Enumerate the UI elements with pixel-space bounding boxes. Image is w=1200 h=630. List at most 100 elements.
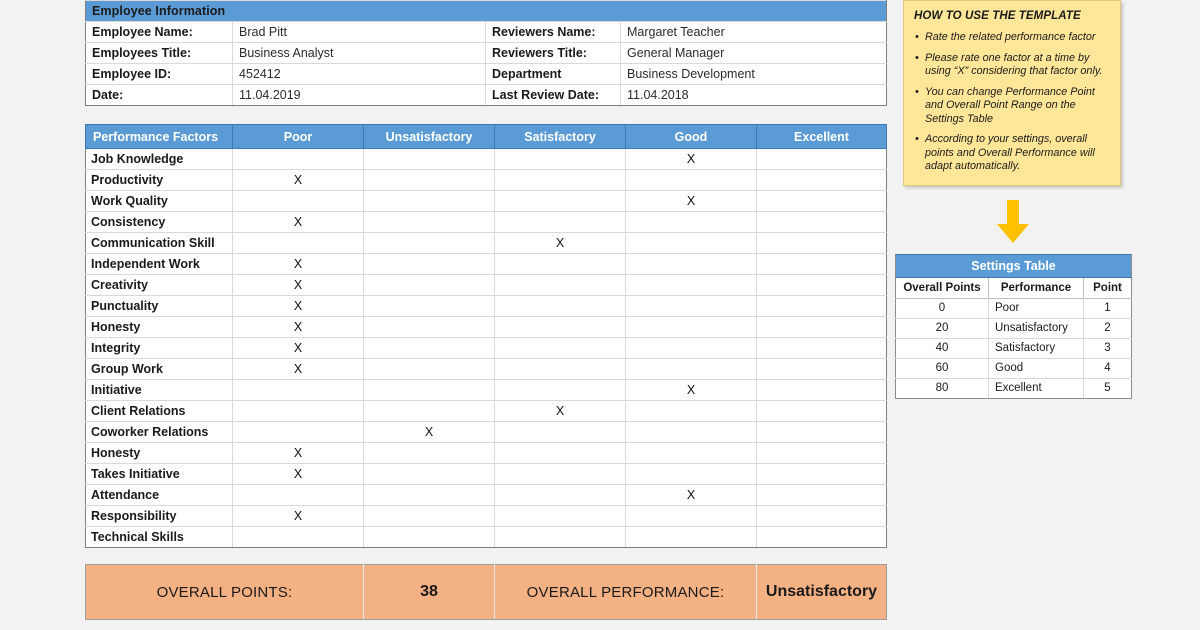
rating-cell-good[interactable] [625,463,757,485]
rating-cell-unsatisfactory[interactable] [363,526,495,548]
department-value[interactable]: Business Development [619,63,888,85]
rating-cell-excellent[interactable] [756,358,887,380]
rating-cell-satisfactory[interactable] [494,274,626,296]
rating-cell-good[interactable] [625,316,757,338]
rating-cell-good[interactable] [625,232,757,254]
rating-cell-poor[interactable] [232,232,364,254]
rating-cell-poor[interactable]: X [232,211,364,233]
rating-cell-excellent[interactable] [756,148,887,170]
settings-overall-points-cell[interactable]: 40 [895,337,989,359]
rating-cell-poor[interactable] [232,148,364,170]
settings-point-cell[interactable]: 3 [1082,337,1133,359]
rating-cell-good[interactable] [625,274,757,296]
rating-cell-poor[interactable] [232,484,364,506]
rating-cell-good[interactable] [625,358,757,380]
settings-overall-points-cell[interactable]: 60 [895,357,989,379]
rating-cell-unsatisfactory[interactable] [363,442,495,464]
rating-cell-unsatisfactory[interactable] [363,400,495,422]
settings-point-cell[interactable]: 4 [1082,357,1133,379]
rating-cell-good[interactable] [625,400,757,422]
rating-cell-unsatisfactory[interactable] [363,169,495,191]
rating-cell-excellent[interactable] [756,211,887,233]
rating-cell-unsatisfactory[interactable]: X [363,421,495,443]
settings-overall-points-cell[interactable]: 20 [895,317,989,339]
settings-overall-points-cell[interactable]: 80 [895,377,989,399]
rating-cell-unsatisfactory[interactable] [363,232,495,254]
rating-cell-excellent[interactable] [756,274,887,296]
rating-cell-satisfactory[interactable] [494,358,626,380]
rating-cell-satisfactory[interactable]: X [494,232,626,254]
rating-cell-good[interactable] [625,505,757,527]
rating-cell-good[interactable]: X [625,379,757,401]
employee-name-value[interactable]: Brad Pitt [232,21,486,43]
rating-cell-poor[interactable]: X [232,358,364,380]
rating-cell-good[interactable] [625,211,757,233]
rating-cell-excellent[interactable] [756,484,887,506]
rating-cell-unsatisfactory[interactable] [363,148,495,170]
rating-cell-poor[interactable] [232,526,364,548]
rating-cell-poor[interactable] [232,421,364,443]
settings-performance-cell[interactable]: Unsatisfactory [988,317,1084,339]
settings-point-cell[interactable]: 1 [1082,297,1133,319]
rating-cell-poor[interactable]: X [232,274,364,296]
rating-cell-good[interactable] [625,337,757,359]
rating-cell-excellent[interactable] [756,169,887,191]
rating-cell-poor[interactable]: X [232,337,364,359]
rating-cell-unsatisfactory[interactable] [363,337,495,359]
rating-cell-good[interactable]: X [625,190,757,212]
settings-performance-cell[interactable]: Excellent [988,377,1084,399]
rating-cell-unsatisfactory[interactable] [363,190,495,212]
rating-cell-satisfactory[interactable] [494,190,626,212]
rating-cell-satisfactory[interactable] [494,169,626,191]
rating-cell-poor[interactable] [232,190,364,212]
rating-cell-poor[interactable]: X [232,505,364,527]
rating-cell-unsatisfactory[interactable] [363,379,495,401]
rating-cell-poor[interactable]: X [232,169,364,191]
rating-cell-poor[interactable]: X [232,295,364,317]
reviewers-title-value[interactable]: General Manager [619,42,888,64]
rating-cell-poor[interactable] [232,400,364,422]
rating-cell-satisfactory[interactable] [494,253,626,275]
reviewers-name-value[interactable]: Margaret Teacher [619,21,888,43]
rating-cell-excellent[interactable] [756,253,887,275]
rating-cell-satisfactory[interactable] [494,505,626,527]
rating-cell-satisfactory[interactable] [494,421,626,443]
rating-cell-excellent[interactable] [756,505,887,527]
rating-cell-excellent[interactable] [756,442,887,464]
rating-cell-unsatisfactory[interactable] [363,253,495,275]
rating-cell-satisfactory[interactable] [494,148,626,170]
rating-cell-unsatisfactory[interactable] [363,484,495,506]
rating-cell-poor[interactable]: X [232,442,364,464]
rating-cell-good[interactable] [625,295,757,317]
rating-cell-satisfactory[interactable] [494,463,626,485]
rating-cell-satisfactory[interactable] [494,484,626,506]
rating-cell-unsatisfactory[interactable] [363,211,495,233]
rating-cell-excellent[interactable] [756,400,887,422]
rating-cell-unsatisfactory[interactable] [363,316,495,338]
rating-cell-satisfactory[interactable] [494,295,626,317]
rating-cell-poor[interactable]: X [232,316,364,338]
employees-title-value[interactable]: Business Analyst [232,42,486,64]
rating-cell-poor[interactable]: X [232,253,364,275]
rating-cell-excellent[interactable] [756,337,887,359]
rating-cell-unsatisfactory[interactable] [363,274,495,296]
rating-cell-satisfactory[interactable]: X [494,400,626,422]
rating-cell-good[interactable] [625,526,757,548]
rating-cell-unsatisfactory[interactable] [363,295,495,317]
rating-cell-excellent[interactable] [756,232,887,254]
rating-cell-good[interactable]: X [625,148,757,170]
rating-cell-poor[interactable] [232,379,364,401]
rating-cell-satisfactory[interactable] [494,442,626,464]
rating-cell-excellent[interactable] [756,316,887,338]
settings-point-cell[interactable]: 2 [1082,317,1133,339]
rating-cell-good[interactable] [625,442,757,464]
rating-cell-good[interactable]: X [625,484,757,506]
rating-cell-satisfactory[interactable] [494,337,626,359]
rating-cell-good[interactable] [625,421,757,443]
rating-cell-satisfactory[interactable] [494,379,626,401]
rating-cell-satisfactory[interactable] [494,526,626,548]
settings-performance-cell[interactable]: Satisfactory [988,337,1084,359]
rating-cell-excellent[interactable] [756,421,887,443]
rating-cell-excellent[interactable] [756,190,887,212]
rating-cell-excellent[interactable] [756,379,887,401]
